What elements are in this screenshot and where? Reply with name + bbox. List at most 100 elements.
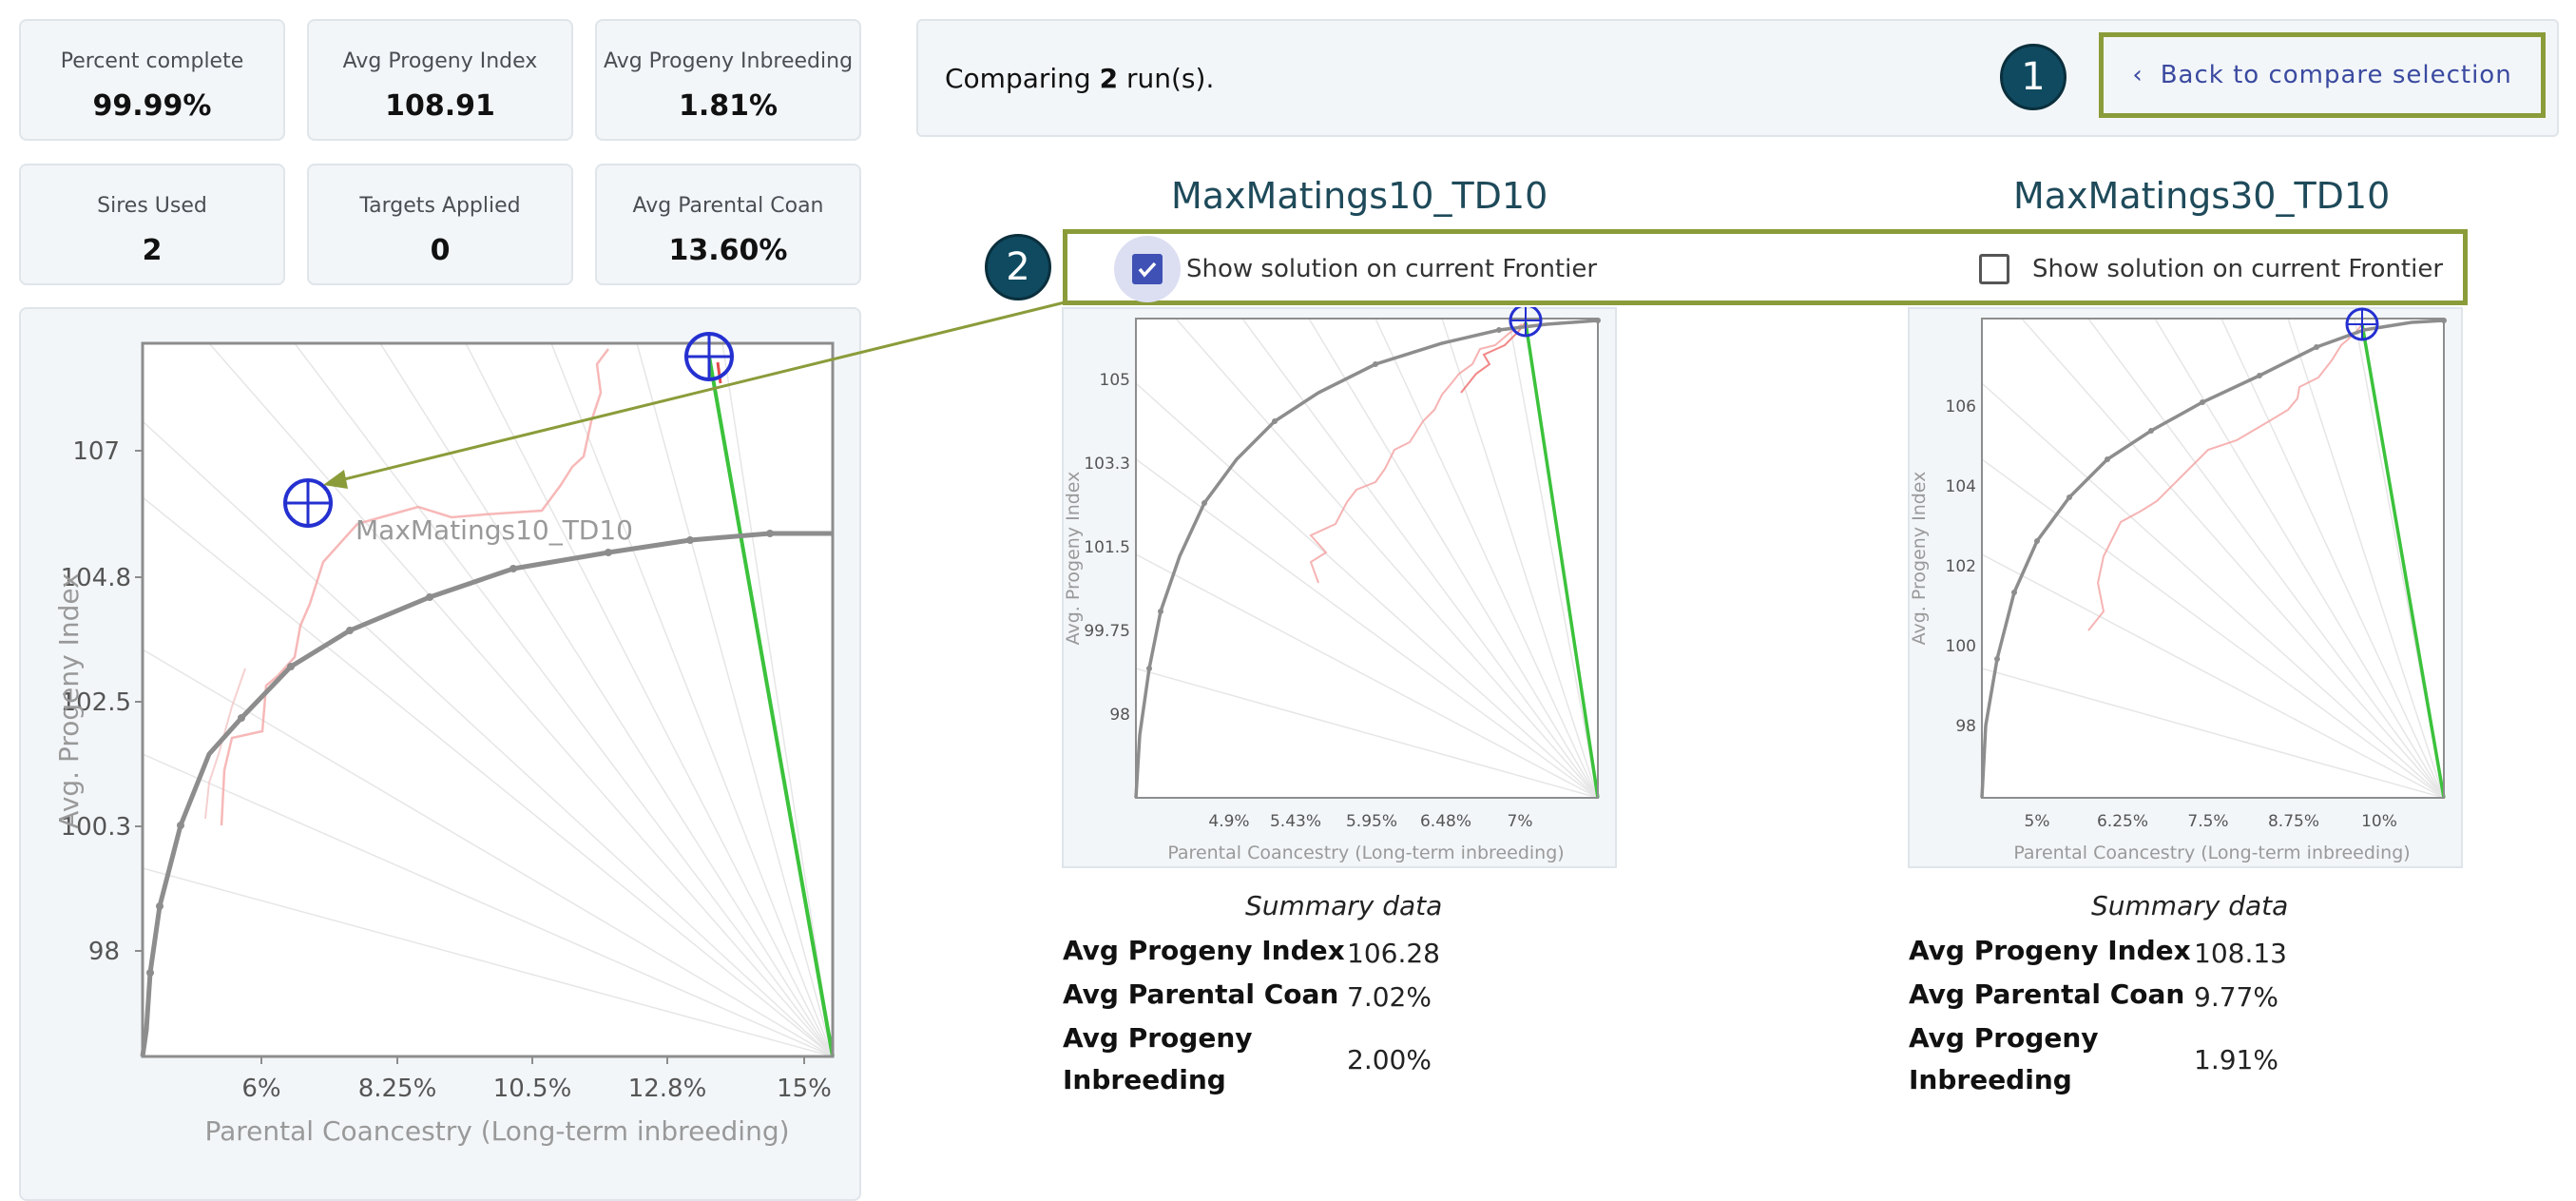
show-solution-label-run2[interactable]: Show solution on current Frontier — [2032, 255, 2443, 283]
summary-value: 1.91% — [2194, 1044, 2278, 1075]
frontier-point — [2011, 590, 2017, 595]
x-ticks: 5% 6.25% 7.5% 8.75% 10% — [2025, 812, 2397, 831]
x-tick-label: 10% — [2361, 812, 2397, 831]
stat-value: 1.81% — [678, 89, 779, 123]
x-tick-label: 8.25% — [358, 1075, 437, 1103]
x-tick-label: 10.5% — [493, 1075, 572, 1103]
summary-title: Summary data — [2091, 890, 2289, 921]
y-tick-label: 98 — [1955, 717, 1976, 736]
y-axis-label: Avg. Progeny Index — [1909, 472, 1930, 646]
frontier-point — [1158, 609, 1163, 614]
stat-label: Avg Progeny Index — [342, 49, 538, 73]
back-button-label: Back to compare selection — [2160, 61, 2512, 89]
show-solution-label-run1[interactable]: Show solution on current Frontier — [1186, 255, 1597, 283]
frontier-point — [238, 714, 245, 722]
compare-summary: Comparing 2 run(s). — [945, 63, 1214, 94]
x-tick-label: 6% — [241, 1075, 280, 1103]
x-tick-label: 7% — [1508, 812, 1533, 831]
x-ticks: 4.9% 5.43% 5.95% 6.48% 7% — [1208, 812, 1532, 831]
summary-label: Avg Progeny Index — [1909, 935, 2191, 966]
stat-value: 0 — [430, 234, 451, 267]
frontier-point — [156, 902, 163, 910]
frontier-point — [2148, 428, 2154, 434]
frontier-point — [2067, 494, 2072, 500]
marker-label: MaxMatings10_TD10 — [356, 514, 633, 546]
x-tick-label: 6.25% — [2097, 812, 2148, 831]
stat-label: Targets Applied — [359, 194, 521, 218]
stat-value: 108.91 — [385, 89, 495, 123]
x-tick-label: 15% — [777, 1075, 832, 1103]
x-tick-label: 12.8% — [628, 1075, 707, 1103]
frontier-point — [2314, 344, 2319, 350]
summary-label: Avg Parental Coan — [1063, 978, 1339, 1010]
stat-card-avg-parental-coan: Avg Parental Coan 13.60% — [595, 164, 861, 285]
y-tick-label: 104 — [1946, 477, 1976, 496]
frontier-point — [1146, 666, 1152, 671]
summary-label: Avg Progeny Inbreeding — [1063, 1022, 1253, 1095]
show-solution-checkbox-run2[interactable] — [1979, 254, 2009, 284]
summary-label: Avg Parental Coan — [1909, 978, 2185, 1010]
plot-area — [1136, 319, 1598, 798]
frontier-point — [1994, 656, 2000, 662]
frontier-point — [1496, 327, 1502, 333]
stat-label: Sires Used — [97, 194, 207, 218]
y-tick-label: 102 — [1946, 557, 1976, 576]
frontier-point — [509, 565, 517, 572]
frontier-chart-panel: MaxMatings10_TD10 107 104.8 102.5 100.3 … — [19, 307, 861, 1201]
step-badge-1: 1 — [2000, 44, 2067, 110]
y-tick-label: 99.75 — [1084, 622, 1130, 641]
step-badge-2: 2 — [985, 234, 1051, 300]
stat-label: Avg Parental Coan — [632, 194, 824, 218]
summary-value: 2.00% — [1347, 1044, 1432, 1075]
plot-area — [143, 343, 833, 1056]
compare-suffix: run(s). — [1126, 63, 1215, 94]
frontier-point — [605, 549, 612, 556]
y-tick-label: 106 — [1946, 397, 1976, 416]
stat-card-percent-complete: Percent complete 99.99% — [19, 19, 285, 141]
summary-value: 7.02% — [1347, 981, 1432, 1013]
run1-frontier-chart: 105 103.3 101.5 99.75 98 4.9% 5.43% 5.95… — [1062, 307, 1617, 868]
summary-label: Avg Progeny Inbreeding — [1909, 1022, 2099, 1095]
x-tick-label: 7.5% — [2187, 812, 2228, 831]
x-tick-label: 4.9% — [1208, 812, 1249, 831]
y-ticks: 105 103.3 101.5 99.75 98 — [1084, 371, 1130, 725]
frontier-point — [146, 969, 154, 977]
y-tick-label: 103.3 — [1084, 455, 1130, 474]
y-tick-label: 98 — [88, 938, 120, 966]
frontier-point — [2257, 373, 2262, 378]
frontier-point — [2034, 538, 2040, 544]
x-ticks: 6% 8.25% 10.5% 12.8% 15% — [241, 1075, 832, 1103]
summary-label: Avg Progeny Index — [1063, 935, 1345, 966]
frontier-point — [177, 822, 184, 829]
y-axis-label: Avg. Progeny Index — [1063, 472, 1084, 646]
frontier-point — [686, 536, 694, 544]
stat-value: 2 — [142, 234, 163, 267]
run1-chart-svg[interactable]: 105 103.3 101.5 99.75 98 4.9% 5.43% 5.95… — [1062, 307, 1617, 868]
frontier-point — [1201, 500, 1207, 506]
frontier-chart[interactable]: MaxMatings10_TD10 107 104.8 102.5 100.3 … — [19, 307, 861, 1182]
stat-value: 13.60% — [668, 234, 788, 267]
run-title: MaxMatings30_TD10 — [2013, 175, 2391, 217]
y-tick-label: 100 — [1946, 637, 1976, 656]
y-ticks: 106 104 102 100 98 — [1946, 397, 1976, 736]
compare-header: Comparing 2 run(s). ‹ Back to compare se… — [916, 19, 2559, 137]
y-tick-label: 98 — [1109, 706, 1130, 725]
frontier-point — [346, 627, 354, 634]
summary-value: 106.28 — [1347, 938, 1440, 969]
x-tick-label: 5.43% — [1270, 812, 1321, 831]
stat-card-sires-used: Sires Used 2 — [19, 164, 285, 285]
y-tick-label: 107 — [72, 437, 120, 466]
x-tick-label: 5% — [2025, 812, 2050, 831]
stat-value: 99.99% — [92, 89, 212, 123]
compare-count: 2 — [1099, 63, 1119, 94]
show-solution-checkbox-run1[interactable] — [1132, 254, 1163, 284]
x-axis-label: Parental Coancestry (Long-term inbreedin… — [1167, 843, 1564, 863]
run2-chart-svg[interactable]: 106 104 102 100 98 5% 6.25% 7.5% 8.75% 1… — [1908, 307, 2463, 868]
summary-value: 9.77% — [2194, 981, 2278, 1013]
y-axis-label: Avg. Progeny Index — [53, 572, 85, 828]
back-to-compare-selection-button[interactable]: ‹ Back to compare selection — [2099, 32, 2546, 118]
frontier-point — [766, 530, 774, 537]
check-icon — [1138, 262, 1157, 278]
stat-label: Percent complete — [60, 49, 244, 73]
x-tick-label: 5.95% — [1346, 812, 1397, 831]
